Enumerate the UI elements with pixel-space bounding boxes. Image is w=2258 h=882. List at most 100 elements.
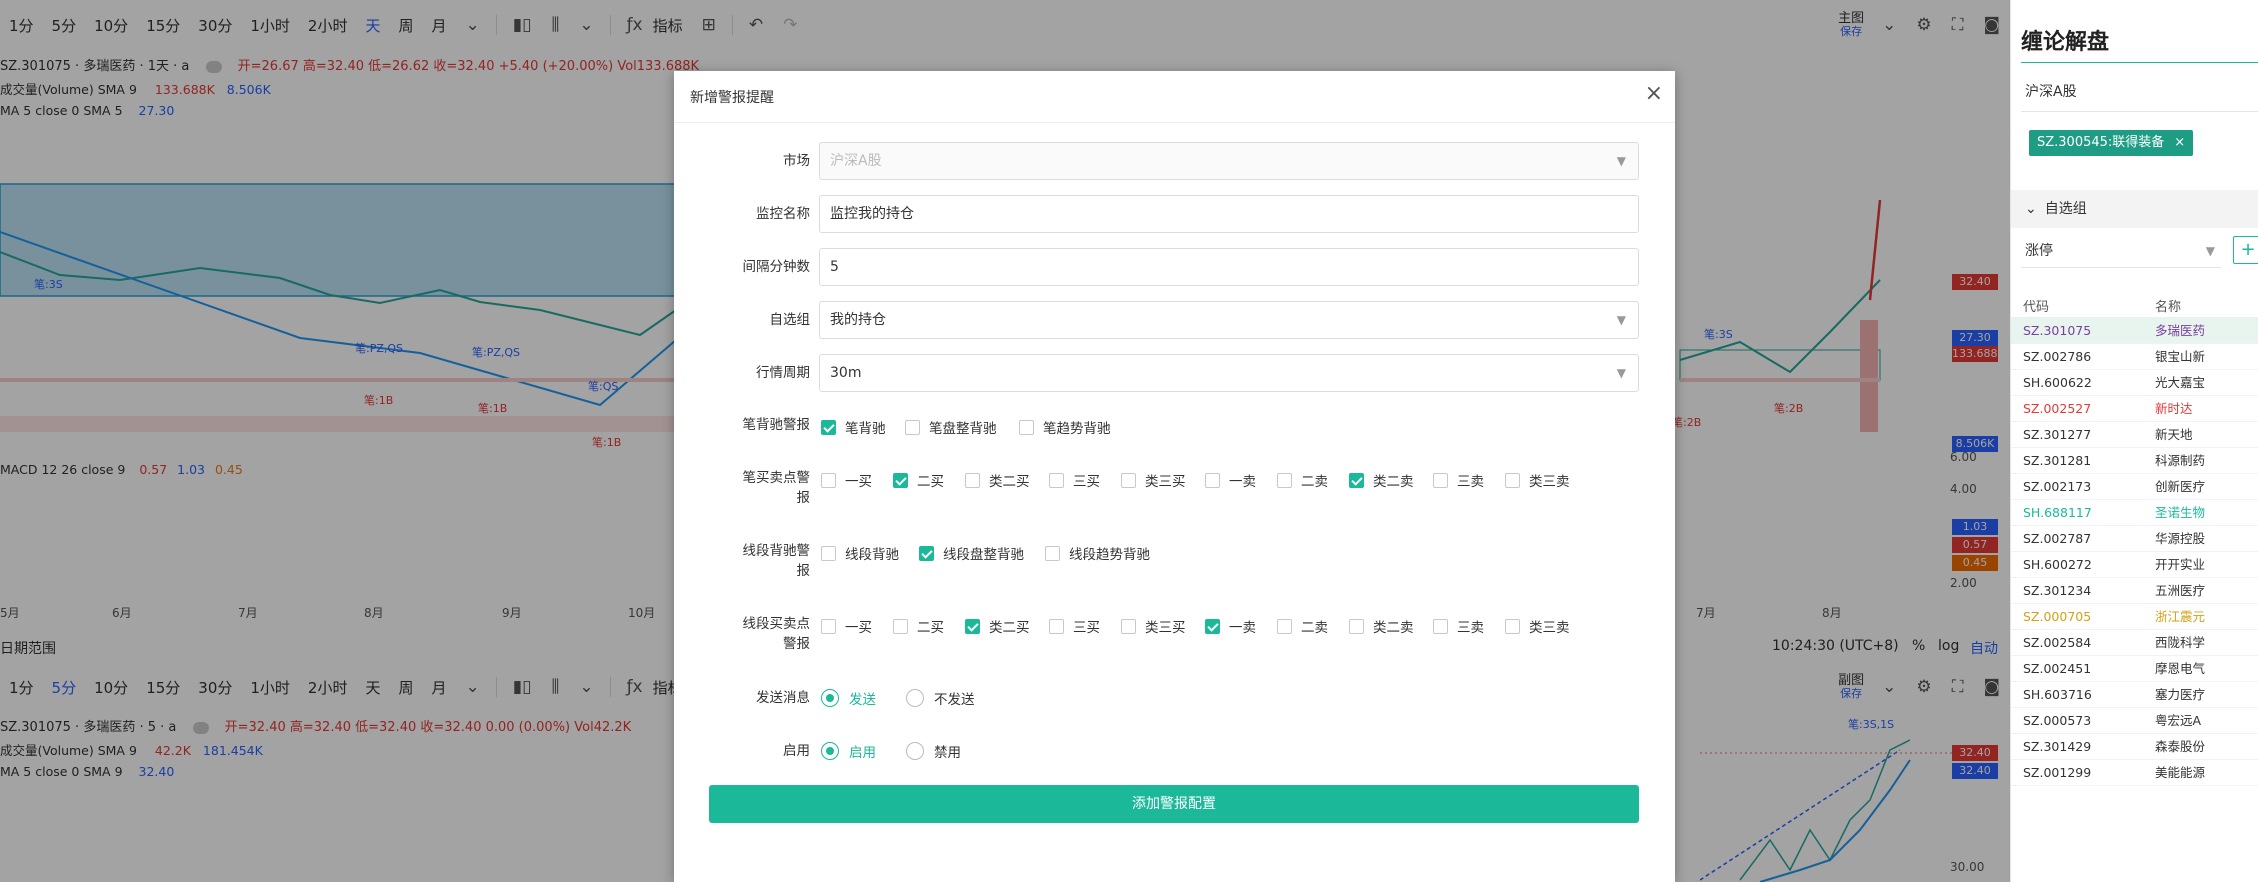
radio-icon[interactable] [906,689,924,707]
checkbox-option[interactable]: 线段趋势背驰 [1045,543,1175,563]
checkbox-icon[interactable] [1349,618,1364,634]
radio-option[interactable]: 不发送 [906,688,975,708]
checkbox-option[interactable]: 笔背驰 [821,417,905,437]
radio-option[interactable]: 启用 [821,741,876,761]
checkbox-icon[interactable] [821,419,836,435]
radio-icon[interactable] [906,742,924,760]
checkbox-icon[interactable] [1433,618,1448,634]
period-select[interactable]: 30m ▼ [819,354,1639,392]
checkbox-option[interactable]: 一买 [821,616,893,636]
watchlist-select-value: 涨停 [2025,243,2053,259]
interval-input[interactable]: 5 [819,248,1639,286]
checkbox-option[interactable]: 线段背驰 [821,543,919,563]
checkbox-option[interactable]: 类三买 [1121,616,1205,636]
checkbox-icon[interactable] [1505,618,1520,634]
checkbox-icon[interactable] [965,618,980,634]
stock-row[interactable]: SZ.002527 新时达 [2011,396,2258,422]
checkbox-icon[interactable] [821,618,836,634]
stock-row[interactable]: SZ.002584 西陇科学 [2011,630,2258,656]
stock-row[interactable]: SH.600622 光大嘉宝 [2011,370,2258,396]
add-button[interactable]: + [2233,236,2258,264]
checkbox-option[interactable]: 类二卖 [1349,616,1433,636]
checkbox-option[interactable]: 笔盘整背驰 [905,417,1019,437]
stock-row[interactable]: SH.688117 圣诺生物 [2011,500,2258,526]
market-select[interactable]: 沪深A股 [2021,72,2258,112]
checkbox-icon[interactable] [821,545,836,561]
checkbox-icon[interactable] [1277,472,1292,488]
radio-option[interactable]: 禁用 [906,741,961,761]
radio-option[interactable]: 发送 [821,688,876,708]
checkbox-icon[interactable] [1205,472,1220,488]
stock-row[interactable]: SZ.001299 美能能源 [2011,760,2258,786]
stock-row[interactable]: SZ.000705 浙江震元 [2011,604,2258,630]
checkbox-icon[interactable] [1049,472,1064,488]
stock-name: 华源控股 [2155,531,2206,546]
checkbox-option[interactable]: 三买 [1049,470,1121,490]
checkbox-label: 二卖 [1301,620,1328,636]
watchlist-select[interactable]: 涨停 ▼ [2021,234,2221,268]
stock-row[interactable]: SZ.301429 森泰股份 [2011,734,2258,760]
radio-icon[interactable] [821,689,839,707]
checkbox-icon[interactable] [893,472,908,488]
watchlist-group-header[interactable]: ⌄ 自选组 [2011,190,2258,228]
label-line: 线段买卖点 [742,616,811,632]
stock-tag[interactable]: SZ.300545:联得装备 × [2029,130,2194,156]
stock-row[interactable]: SZ.301277 新天地 [2011,422,2258,448]
checkbox-icon[interactable] [1045,545,1060,561]
close-icon[interactable]: × [1645,83,1663,105]
checkbox-icon[interactable] [1049,618,1064,634]
group-select[interactable]: 我的持仓 ▼ [819,301,1639,339]
checkbox-option[interactable]: 笔趋势背驰 [1019,417,1139,437]
stock-row[interactable]: SH.600272 开开实业 [2011,552,2258,578]
checkbox-icon[interactable] [1205,618,1220,634]
checkbox-option[interactable]: 二卖 [1277,616,1349,636]
checkbox-option[interactable]: 类二买 [965,616,1049,636]
checkbox-option[interactable]: 类三买 [1121,470,1205,490]
checkbox-icon[interactable] [1349,472,1364,488]
checkbox-option[interactable]: 一卖 [1205,616,1277,636]
stock-row[interactable]: SZ.000573 粤宏远A [2011,708,2258,734]
checkbox-icon[interactable] [1121,618,1136,634]
checkbox-icon[interactable] [919,545,934,561]
stock-code: SZ.000573 [2023,713,2092,728]
checkbox-icon[interactable] [1433,472,1448,488]
close-icon[interactable]: × [2174,135,2185,150]
checkbox-option[interactable]: 二卖 [1277,470,1349,490]
checkbox-option[interactable]: 线段盘整背驰 [919,543,1045,563]
add-alert-button[interactable]: 添加警报配置 [709,785,1639,823]
checkbox-option[interactable]: 一买 [821,470,893,490]
checkbox-icon[interactable] [1505,472,1520,488]
checkbox-option[interactable]: 类二买 [965,470,1049,490]
stock-row[interactable]: SZ.301075 多瑞医药 [2011,318,2258,344]
stock-row[interactable]: SZ.301234 五洲医疗 [2011,578,2258,604]
checkbox-icon[interactable] [1121,472,1136,488]
stock-row[interactable]: SZ.002786 银宝山新 [2011,344,2258,370]
stock-row[interactable]: SZ.002787 华源控股 [2011,526,2258,552]
checkbox-option[interactable]: 二买 [893,616,965,636]
checkbox-icon[interactable] [821,472,836,488]
monitor-name-input[interactable]: 监控我的持仓 [819,195,1639,233]
stock-row[interactable]: SH.603716 塞力医疗 [2011,682,2258,708]
checkbox-option[interactable]: 类三卖 [1505,616,1589,636]
checkbox-option[interactable]: 二买 [893,470,965,490]
checkbox-icon[interactable] [905,419,920,435]
radio-icon[interactable] [821,742,839,760]
label-line: 报 [796,563,811,579]
checkbox-option[interactable]: 类二卖 [1349,470,1433,490]
send-options: 发送 不发送 [821,688,1005,708]
checkbox-option[interactable]: 三卖 [1433,616,1505,636]
stock-row[interactable]: SZ.301281 科源制药 [2011,448,2258,474]
stock-name: 银宝山新 [2155,349,2206,364]
checkbox-option[interactable]: 三卖 [1433,470,1505,490]
checkbox-icon[interactable] [965,472,980,488]
checkbox-icon[interactable] [1277,618,1292,634]
stock-row[interactable]: SZ.002173 创新医疗 [2011,474,2258,500]
checkbox-icon[interactable] [893,618,908,634]
stock-code: SZ.002584 [2023,635,2092,650]
checkbox-option[interactable]: 三买 [1049,616,1121,636]
stock-row[interactable]: SZ.002451 摩恩电气 [2011,656,2258,682]
market-select[interactable]: 沪深A股 ▼ [819,142,1639,180]
checkbox-icon[interactable] [1019,419,1034,435]
checkbox-option[interactable]: 类三卖 [1505,470,1589,490]
checkbox-option[interactable]: 一卖 [1205,470,1277,490]
